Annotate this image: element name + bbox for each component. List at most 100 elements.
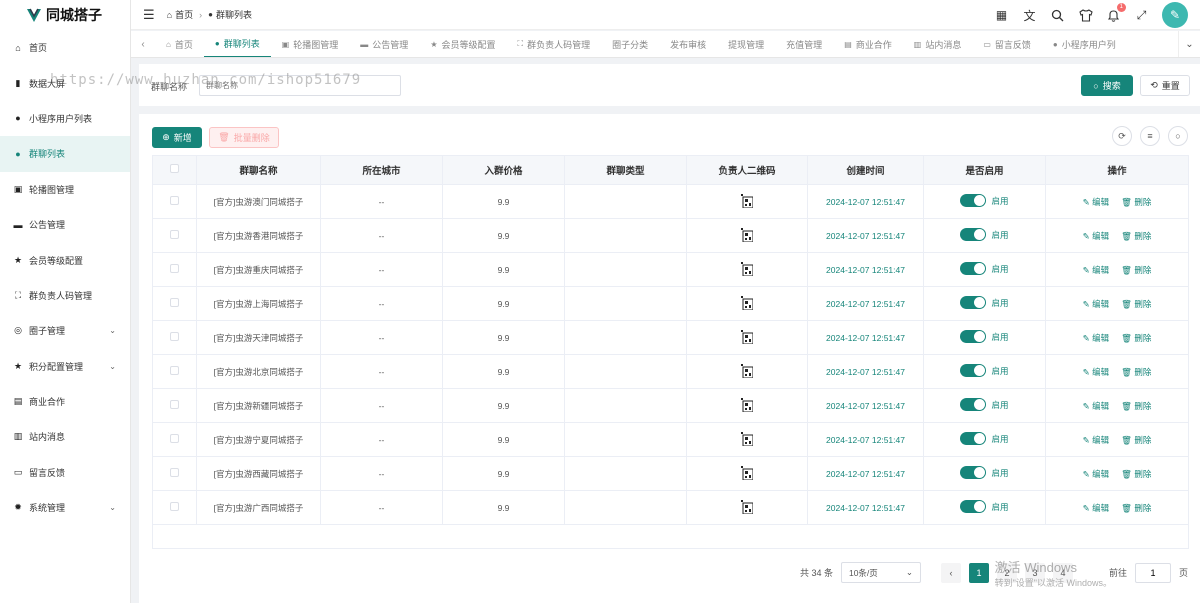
- tab[interactable]: ▣ 轮播图管理: [271, 31, 350, 57]
- row-checkbox[interactable]: [170, 400, 179, 409]
- tab[interactable]: 充值管理: [775, 31, 833, 57]
- qr-code-image[interactable]: [741, 465, 753, 482]
- qr-code-image[interactable]: [741, 295, 753, 312]
- edit-button[interactable]: ✎ 编辑: [1083, 367, 1110, 377]
- sidebar-item[interactable]: ● 群聊列表: [0, 136, 130, 172]
- delete-button[interactable]: 🗑 删除: [1121, 367, 1151, 377]
- sidebar-item[interactable]: ⌂ 首页: [0, 30, 130, 65]
- tab[interactable]: ★ 会员等级配置: [419, 31, 506, 57]
- status-toggle[interactable]: [960, 296, 987, 309]
- delete-button[interactable]: 🗑 删除: [1121, 197, 1151, 207]
- sidebar-item[interactable]: ⛶ 群负责人码管理: [0, 278, 130, 313]
- edit-button[interactable]: ✎ 编辑: [1083, 401, 1110, 411]
- edit-button[interactable]: ✎ 编辑: [1083, 469, 1110, 479]
- delete-button[interactable]: 🗑 删除: [1121, 231, 1151, 241]
- select-all-checkbox[interactable]: [170, 164, 179, 173]
- sidebar-item[interactable]: ▥ 站内消息: [0, 419, 130, 454]
- row-checkbox[interactable]: [170, 468, 179, 477]
- row-checkbox[interactable]: [170, 332, 179, 341]
- tab[interactable]: 发布审核: [659, 31, 717, 57]
- edit-button[interactable]: ✎ 编辑: [1083, 265, 1110, 275]
- tab[interactable]: ▤ 商业合作: [833, 31, 903, 57]
- qr-code-image[interactable]: [741, 363, 753, 380]
- page-size-select[interactable]: 10条/页 ⌄: [840, 562, 921, 583]
- tab-scroll-left-icon[interactable]: ‹: [131, 39, 155, 50]
- status-toggle[interactable]: [960, 194, 987, 207]
- search-input[interactable]: [199, 75, 401, 96]
- prev-page-button[interactable]: ‹: [940, 562, 961, 583]
- tab[interactable]: ● 小程序用户列: [1042, 31, 1127, 57]
- status-toggle[interactable]: [960, 364, 987, 377]
- tab-menu-chevron-icon[interactable]: ⌄: [1178, 31, 1200, 57]
- app-logo[interactable]: 同城搭子: [0, 0, 130, 30]
- delete-button[interactable]: 🗑 删除: [1121, 469, 1151, 479]
- tab[interactable]: ⌂ 首页: [155, 31, 204, 57]
- sidebar-item[interactable]: ● 小程序用户列表: [0, 101, 130, 136]
- qr-code-image[interactable]: [741, 329, 753, 346]
- page-jump-input[interactable]: [1134, 562, 1171, 583]
- qr-code-image[interactable]: [741, 193, 753, 210]
- sidebar-item[interactable]: ▣ 轮播图管理: [0, 172, 130, 207]
- translate-icon[interactable]: 文: [1022, 8, 1037, 23]
- edit-button[interactable]: ✎ 编辑: [1083, 197, 1110, 207]
- status-toggle[interactable]: [960, 398, 987, 411]
- qr-code-image[interactable]: [741, 261, 753, 278]
- delete-button[interactable]: 🗑 删除: [1121, 265, 1151, 275]
- status-toggle[interactable]: [960, 500, 987, 513]
- page-button[interactable]: 4: [1052, 562, 1073, 583]
- tab[interactable]: ▬ 公告管理: [349, 31, 419, 57]
- page-button[interactable]: 2: [996, 562, 1017, 583]
- edit-button[interactable]: ✎ 编辑: [1083, 299, 1110, 309]
- tab[interactable]: 提现管理: [717, 31, 775, 57]
- delete-button[interactable]: 🗑 删除: [1121, 503, 1151, 513]
- sidebar-item[interactable]: ★ 会员等级配置: [0, 242, 130, 277]
- sidebar-item[interactable]: ◎ 圈子管理 ⌄: [0, 313, 130, 348]
- sidebar-item[interactable]: ★ 积分配置管理 ⌄: [0, 349, 130, 384]
- status-toggle[interactable]: [960, 330, 987, 343]
- search-button[interactable]: ○ 搜索: [1081, 75, 1133, 96]
- qr-code-image[interactable]: [741, 397, 753, 414]
- row-checkbox[interactable]: [170, 502, 179, 511]
- layout-icon[interactable]: ▦: [994, 8, 1009, 23]
- tab[interactable]: ● 群聊列表: [203, 31, 271, 57]
- sidebar-item[interactable]: ▮ 数据大屏: [0, 65, 130, 100]
- add-button[interactable]: ⊕ 新增: [152, 127, 202, 148]
- batch-delete-button[interactable]: 🗑 批量删除: [209, 127, 279, 148]
- fullscreen-icon[interactable]: ⤢: [1134, 8, 1149, 23]
- status-toggle[interactable]: [960, 432, 987, 445]
- qr-code-image[interactable]: [741, 499, 753, 516]
- status-toggle[interactable]: [960, 466, 987, 479]
- tab[interactable]: ▭ 留言反馈: [972, 31, 1042, 57]
- refresh-icon[interactable]: ⟳: [1112, 126, 1132, 146]
- menu-toggle-icon[interactable]: ☰: [143, 7, 155, 23]
- delete-button[interactable]: 🗑 删除: [1121, 435, 1151, 445]
- row-checkbox[interactable]: [170, 264, 179, 273]
- row-checkbox[interactable]: [170, 230, 179, 239]
- edit-button[interactable]: ✎ 编辑: [1083, 435, 1110, 445]
- breadcrumb-home[interactable]: 首页: [175, 8, 193, 21]
- skin-icon[interactable]: [1078, 8, 1093, 23]
- qr-code-image[interactable]: [741, 431, 753, 448]
- tab[interactable]: ▥ 站内消息: [903, 31, 973, 57]
- sidebar-item[interactable]: ▬ 公告管理: [0, 207, 130, 242]
- sidebar-item[interactable]: ▤ 商业合作: [0, 384, 130, 419]
- delete-button[interactable]: 🗑 删除: [1121, 299, 1151, 309]
- bell-icon[interactable]: 1: [1106, 2, 1126, 23]
- page-button[interactable]: 3: [1024, 562, 1045, 583]
- delete-button[interactable]: 🗑 删除: [1121, 401, 1151, 411]
- column-settings-icon[interactable]: ≡: [1140, 126, 1160, 146]
- row-checkbox[interactable]: [170, 196, 179, 205]
- tab[interactable]: ⛶ 群负责人码管理: [507, 31, 602, 57]
- search-icon[interactable]: ○: [1168, 126, 1188, 146]
- qr-code-image[interactable]: [741, 227, 753, 244]
- sidebar-item[interactable]: ▭ 留言反馈: [0, 455, 130, 490]
- edit-button[interactable]: ✎ 编辑: [1083, 231, 1110, 241]
- edit-button[interactable]: ✎ 编辑: [1083, 333, 1110, 343]
- search-icon[interactable]: [1050, 8, 1065, 23]
- page-button[interactable]: 1: [968, 562, 989, 583]
- status-toggle[interactable]: [960, 262, 987, 275]
- avatar[interactable]: ✎: [1162, 2, 1188, 28]
- row-checkbox[interactable]: [170, 434, 179, 443]
- reset-button[interactable]: ⟲ 重置: [1140, 75, 1190, 96]
- status-toggle[interactable]: [960, 228, 987, 241]
